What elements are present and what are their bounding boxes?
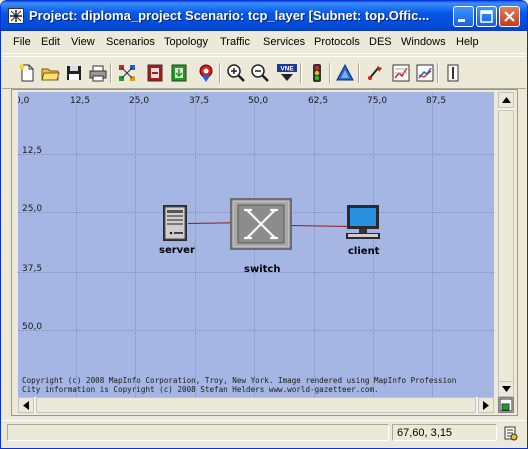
x-tick-label: 50,0 [248,96,269,106]
overview-icon [499,398,513,412]
minimize-button[interactable] [453,6,474,27]
fail-icon[interactable] [365,63,385,83]
menu-view[interactable]: View [71,36,95,48]
y-tick-label: 25,0 [22,204,43,214]
vne-icon[interactable]: VNE [276,63,297,83]
vertical-scroll-thumb[interactable] [498,110,514,396]
scroll-right-button[interactable] [478,397,494,413]
grid-line [373,92,374,397]
menu-help[interactable]: Help [456,36,479,48]
server-icon [163,205,187,241]
scroll-left-button[interactable] [18,397,34,413]
status-message [7,424,389,441]
y-tick-label: 37,5 [22,264,43,274]
client-label: client [348,246,380,257]
map-copyright-line2: City information is Copyright (c) 2008 S… [22,385,379,394]
toolbar: VNE [2,56,526,89]
title-bar[interactable]: Project: diploma_project Scenario: tcp_l… [1,1,527,31]
hide-icon[interactable] [443,63,463,83]
maximize-button[interactable] [476,6,497,27]
menu-windows[interactable]: Windows [401,36,446,48]
menu-bar: File Edit View Scenarios Topology Traffi… [2,32,526,54]
arrow-down-icon [501,386,511,392]
y-tick-label: 50,0 [22,322,43,332]
object-palette-icon[interactable] [117,63,137,83]
menu-des[interactable]: DES [369,36,392,48]
network-canvas[interactable]: 0,0 12,5 25,0 37,5 50,0 62,5 75,0 87,5 1… [18,92,494,397]
switch-icon [230,198,292,250]
grid-line [432,92,433,397]
open-icon[interactable] [40,63,60,83]
toolbar-separator [358,63,360,83]
status-icon[interactable] [502,425,518,441]
x-tick-label: 25,0 [129,96,150,106]
toolbar-separator [110,63,112,83]
toolbar-separator [300,63,302,83]
grid-line [76,92,77,397]
link-server-switch[interactable] [187,222,235,224]
server-label: server [159,245,195,256]
workstation-icon [346,205,380,239]
vertical-scrollbar[interactable] [498,92,514,397]
menu-edit[interactable]: Edit [41,36,60,48]
grid-line [18,154,494,155]
toolbar-separator [329,63,331,83]
x-tick-label: 0,0 [18,96,30,106]
client-node[interactable] [344,204,382,242]
window-title: Project: diploma_project Scenario: tcp_l… [29,8,430,23]
zoom-in-icon[interactable] [226,63,246,83]
toolbar-separator [437,63,439,83]
menu-scenarios[interactable]: Scenarios [106,36,155,48]
horizontal-scrollbar[interactable] [18,397,494,413]
vne-label: VNE [280,66,294,73]
switch-label: switch [244,264,281,275]
import-traffic-icon[interactable] [169,63,189,83]
print-icon[interactable] [88,63,108,83]
grid-line [314,92,315,397]
save-icon[interactable] [64,63,84,83]
deploy-icon[interactable] [196,63,216,83]
status-bar: 67,60, 3,15 [2,420,526,442]
view-results-icon[interactable] [391,63,411,83]
menu-topology[interactable]: Topology [164,36,208,48]
arrow-up-icon [501,97,511,103]
project-workspace: 0,0 12,5 25,0 37,5 50,0 62,5 75,0 87,5 1… [11,89,518,416]
menu-file[interactable]: File [13,36,31,48]
main-window: Project: diploma_project Scenario: tcp_l… [0,0,528,449]
link-switch-client[interactable] [289,225,350,228]
y-tick-label: 12,5 [22,146,43,156]
menu-traffic[interactable]: Traffic [220,36,250,48]
x-tick-label: 75,0 [367,96,388,106]
compare-results-icon[interactable] [415,63,435,83]
traffic-light-icon[interactable] [307,63,327,83]
overview-button[interactable] [498,397,514,413]
configure-traffic-icon[interactable] [145,63,165,83]
new-icon[interactable] [17,63,37,83]
x-tick-label: 87,5 [426,96,447,106]
grid-line [18,330,494,331]
scroll-up-button[interactable] [498,92,514,108]
x-tick-label: 12,5 [70,96,91,106]
x-tick-label: 37,5 [189,96,210,106]
discrete-event-icon[interactable] [335,63,355,83]
zoom-out-icon[interactable] [250,63,270,83]
scroll-down-button[interactable] [498,381,514,397]
map-copyright-line1: Copyright (c) 2008 MapInfo Corporation, … [22,376,457,385]
horizontal-scroll-thumb[interactable] [36,397,476,413]
toolbar-separator [219,63,221,83]
grid-line [195,92,196,397]
menu-services[interactable]: Services [263,36,305,48]
arrow-left-icon [23,400,29,410]
switch-node[interactable] [230,198,292,250]
arrow-right-icon [483,400,489,410]
close-button[interactable] [499,6,520,27]
x-tick-label: 62,5 [308,96,329,106]
server-node[interactable] [161,205,189,241]
menu-protocols[interactable]: Protocols [314,36,360,48]
grid-line [135,92,136,397]
app-icon[interactable] [8,8,24,24]
coordinates-readout: 67,60, 3,15 [392,424,497,441]
